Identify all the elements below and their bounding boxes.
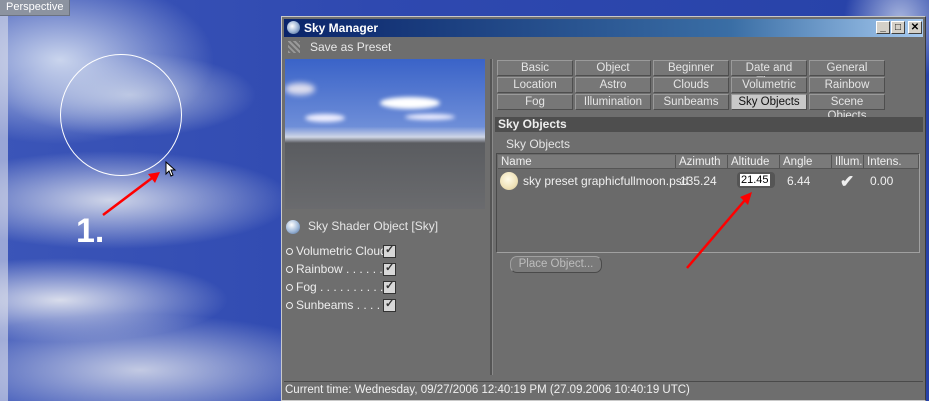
close-button[interactable]: ✕ [908,21,922,34]
option-label: Rainbow . . . . . . . [296,262,390,276]
cell-name: sky preset graphicfullmoon.psd [523,174,689,188]
bullet-icon [286,248,293,256]
option-fog: Fog . . . . . . . . . . [286,279,383,295]
tab-astro[interactable]: Astro [575,77,651,93]
mouse-cursor-icon [165,161,177,177]
column-header-intens[interactable]: Intens. [864,155,919,169]
tab-date-and-time[interactable]: Date and Time [731,60,807,88]
rainbow-checkbox[interactable] [383,261,396,276]
tab-illumination[interactable]: Illumination [575,94,651,110]
moon-highlight-circle [60,54,182,176]
illum-check-icon[interactable]: ✔ [840,172,854,192]
viewport-left-edge [0,15,8,401]
save-as-preset-menu[interactable]: Save as Preset [310,40,391,54]
tab-volumetric[interactable]: Volumetric [731,77,807,93]
window-title: Sky Manager [304,21,379,35]
bullet-icon [286,302,293,310]
altitude-input[interactable]: 21.45 [740,174,770,186]
option-label: Sunbeams . . . . . [296,298,387,312]
moon-thumbnail-icon [500,172,518,190]
option-sunbeams: Sunbeams . . . . . [286,297,387,313]
cell-azimuth: 135.24 [680,174,717,188]
option-label: Volumetric Clouds [296,244,393,258]
minimize-button[interactable]: _ [876,21,890,34]
viewport-label[interactable]: Perspective [0,0,71,16]
tab-clouds[interactable]: Clouds [653,77,729,93]
tab-sky-objects[interactable]: Sky Objects [731,94,807,110]
panel-divider[interactable] [490,59,493,375]
tab-rainbow[interactable]: Rainbow [809,77,885,93]
tab-fog[interactable]: Fog [497,94,573,110]
altitude-edit-field[interactable]: 21.45 [737,172,775,188]
app-icon [287,21,300,34]
fog-checkbox[interactable] [383,279,396,294]
maximize-button[interactable]: □ [891,21,905,34]
sky-manager-window: Sky Manager _ □ ✕ Save as Preset Sky Sha… [281,16,926,401]
tab-object[interactable]: Object [575,60,651,76]
column-header-name[interactable]: Name [498,155,676,169]
shader-object: Sky Shader Object [Sky] [286,218,438,234]
section-header: Sky Objects [495,117,923,132]
sky-shader-icon [286,219,300,234]
shader-label: Sky Shader Object [Sky] [308,219,439,233]
subsection-title: Sky Objects [506,137,571,151]
status-bar: Current time: Wednesday, 09/27/2006 12:4… [284,381,923,398]
option-label: Fog . . . . . . . . . . [296,280,384,294]
sunbeams-checkbox[interactable] [383,297,396,312]
column-header-angle[interactable]: Angle [780,155,832,169]
tab-sunbeams[interactable]: Sunbeams [653,94,729,110]
bullet-icon [286,284,293,292]
column-header-azimuth[interactable]: Azimuth [676,155,728,169]
tab-location[interactable]: Location [497,77,573,93]
column-header-illum[interactable]: Illum. [832,155,864,169]
grip-icon [288,41,300,53]
sky-preview [285,59,485,209]
bullet-icon [286,266,293,274]
tab-basic[interactable]: Basic [497,60,573,76]
cell-angle: 6.44 [787,174,811,188]
tab-general[interactable]: General [809,60,885,76]
arrow-1 [102,172,160,216]
tab-beginner[interactable]: Beginner [653,60,729,76]
option-rainbow: Rainbow . . . . . . . [286,261,389,277]
menu-bar: Save as Preset [284,38,923,56]
column-header-altitude[interactable]: Altitude [728,155,780,169]
option-volumetric-clouds: Volumetric Clouds [286,243,393,259]
title-bar[interactable]: Sky Manager _ □ ✕ [284,19,923,37]
place-object-button[interactable]: Place Object... [510,256,602,273]
annotation-number-1: 1. [76,212,105,250]
sky-objects-table: Name Azimuth Altitude Angle Illum. Inten… [496,153,920,253]
volumetric-clouds-checkbox[interactable] [383,243,396,258]
cell-intens: 0.00 [870,174,894,188]
tab-scene-objects[interactable]: Scene Objects [809,94,885,122]
